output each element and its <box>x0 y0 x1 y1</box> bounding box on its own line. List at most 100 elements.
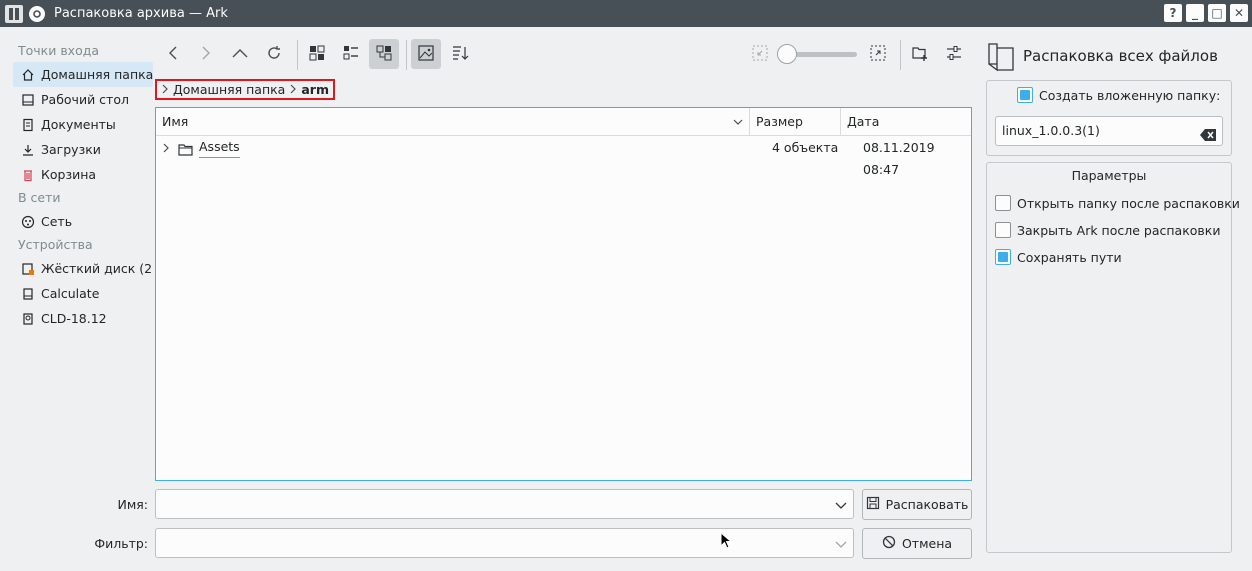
breadcrumb-current[interactable]: arm <box>301 82 329 97</box>
extract-archive-icon <box>987 42 1015 72</box>
open-folder-label: Открыть папку после распаковки <box>1017 195 1240 211</box>
cancel-icon <box>882 535 896 552</box>
filter-combobox[interactable] <box>155 528 854 558</box>
chevron-right-icon[interactable] <box>161 82 169 97</box>
chevron-down-icon[interactable] <box>835 537 847 552</box>
column-header-size[interactable]: Размер <box>749 108 840 136</box>
toolbar <box>155 36 975 72</box>
icon-view-button[interactable] <box>302 39 332 69</box>
open-folder-option[interactable]: Открыть папку после распаковки <box>995 195 1240 211</box>
open-folder-checkbox[interactable] <box>995 195 1011 211</box>
close-ark-option[interactable]: Закрыть Ark после распаковки <box>995 222 1220 238</box>
sidebar-item-label: Домашняя папка <box>41 67 153 82</box>
mouse-cursor-icon <box>720 531 733 553</box>
up-icon <box>231 45 249 64</box>
chevron-right-icon[interactable] <box>162 137 170 166</box>
sidebar-item-harddisk[interactable]: Жёсткий диск (2... <box>13 256 153 281</box>
clear-text-icon[interactable] <box>1199 124 1217 152</box>
sidebar-item-label: Жёсткий диск (2... <box>41 261 153 276</box>
forward-icon <box>198 45 214 64</box>
breadcrumb: Домашняя папка arm <box>155 79 335 100</box>
sidebar-item-desktop[interactable]: Рабочий стол <box>13 87 153 112</box>
sidebar-item-label: Рабочий стол <box>41 92 129 107</box>
compact-view-button[interactable] <box>336 39 366 69</box>
toolbar-separator <box>900 40 901 70</box>
breadcrumb-home[interactable]: Домашняя папка <box>173 82 285 97</box>
help-button[interactable]: ? <box>1164 4 1182 22</box>
places-sidebar: Точки входа Домашняя папка Рабочий стол … <box>13 40 153 331</box>
sidebar-item-label: Документы <box>41 117 116 132</box>
close-button[interactable]: ✕ <box>1230 4 1248 22</box>
new-folder-button[interactable] <box>905 39 935 69</box>
back-icon <box>165 45 181 64</box>
sort-button[interactable] <box>445 39 475 69</box>
file-view[interactable]: Имя Размер Дата Assets 4 объекта 08.11.2… <box>155 107 972 481</box>
optical-disc-icon <box>21 312 35 326</box>
zoom-in-button[interactable] <box>863 39 893 69</box>
name-label: Имя: <box>117 497 148 512</box>
sidebar-item-calculate[interactable]: Calculate <box>13 281 153 306</box>
section-heading-devices: Устройства <box>18 237 93 252</box>
file-view-header: Имя Размер Дата <box>156 108 971 136</box>
reload-icon <box>265 44 283 65</box>
chevron-down-icon[interactable] <box>835 498 847 513</box>
minimize-button[interactable]: _ <box>1186 4 1204 22</box>
sidebar-item-trash[interactable]: Корзина <box>13 162 153 187</box>
preview-button[interactable] <box>411 39 441 69</box>
create-subfolder-label: Создать вложенную папку: <box>1039 87 1221 103</box>
file-size: 4 объекта <box>772 140 839 155</box>
name-combobox[interactable] <box>155 489 854 519</box>
options-button[interactable] <box>939 39 969 69</box>
reload-button[interactable] <box>259 39 289 69</box>
subfolder-name-input[interactable]: linux_1.0.0.3(1) <box>995 116 1223 146</box>
zoom-in-icon <box>869 44 887 65</box>
close-ark-checkbox[interactable] <box>995 222 1011 238</box>
sidebar-item-home[interactable]: Домашняя папка <box>13 62 153 87</box>
up-button[interactable] <box>225 39 255 69</box>
trash-icon <box>21 168 35 182</box>
zoom-slider-handle[interactable] <box>777 44 797 64</box>
cancel-button-label: Отмена <box>901 536 953 551</box>
sidebar-item-label: CLD-18.12 <box>41 311 107 326</box>
sidebar-item-downloads[interactable]: Загрузки <box>13 137 153 162</box>
chevron-right-icon[interactable] <box>289 82 297 97</box>
sidebar-item-cld[interactable]: CLD-18.12 <box>13 306 153 331</box>
column-name-label: Имя <box>162 114 189 129</box>
maximize-button[interactable]: □ <box>1208 4 1226 22</box>
preserve-paths-checkbox[interactable] <box>995 249 1011 265</box>
sidebar-item-network[interactable]: Сеть <box>13 209 153 234</box>
sidebar-item-label: Корзина <box>41 167 97 182</box>
folder-icon <box>178 141 193 163</box>
tree-view-button[interactable] <box>369 39 399 69</box>
table-row[interactable]: Assets 4 объекта 08.11.2019 08:47 <box>156 137 971 177</box>
compact-view-icon <box>342 44 360 65</box>
subfolder-group: Создать вложенную папку: linux_1.0.0.3(1… <box>986 80 1232 156</box>
file-date: 08.11.2019 08:47 <box>863 140 935 177</box>
column-header-date[interactable]: Дата <box>840 108 971 136</box>
cancel-button[interactable]: Отмена <box>862 528 972 559</box>
back-button[interactable] <box>158 39 188 69</box>
sidebar-item-documents[interactable]: Документы <box>13 112 153 137</box>
zoom-out-icon <box>751 44 769 65</box>
filter-label: Фильтр: <box>94 536 148 551</box>
create-subfolder-checkbox-row[interactable]: Создать вложенную папку: <box>1017 87 1220 103</box>
new-folder-icon <box>911 44 929 65</box>
preview-icon <box>417 44 435 65</box>
harddisk-icon <box>21 262 35 276</box>
tree-view-icon <box>375 44 393 65</box>
sidebar-item-label: Сеть <box>41 214 73 229</box>
forward-button[interactable] <box>191 39 221 69</box>
parameters-group: Параметры Открыть папку после распаковки… <box>986 162 1240 553</box>
ark-app-icon[interactable] <box>5 4 23 23</box>
create-subfolder-checkbox[interactable] <box>1017 87 1033 103</box>
pin-icon[interactable] <box>29 5 45 22</box>
extract-button[interactable]: Распаковать <box>862 489 972 520</box>
sidebar-item-label: Calculate <box>41 286 100 301</box>
zoom-out-button[interactable] <box>745 39 775 69</box>
section-heading-network: В сети <box>18 190 61 205</box>
file-name[interactable]: Assets <box>199 137 240 158</box>
window-titlebar[interactable]: Распаковка архива — Ark ? _ □ ✕ <box>0 0 1252 27</box>
column-header-name[interactable]: Имя <box>156 108 749 136</box>
options-icon <box>945 44 963 65</box>
preserve-paths-option[interactable]: Сохранять пути <box>995 249 1122 265</box>
